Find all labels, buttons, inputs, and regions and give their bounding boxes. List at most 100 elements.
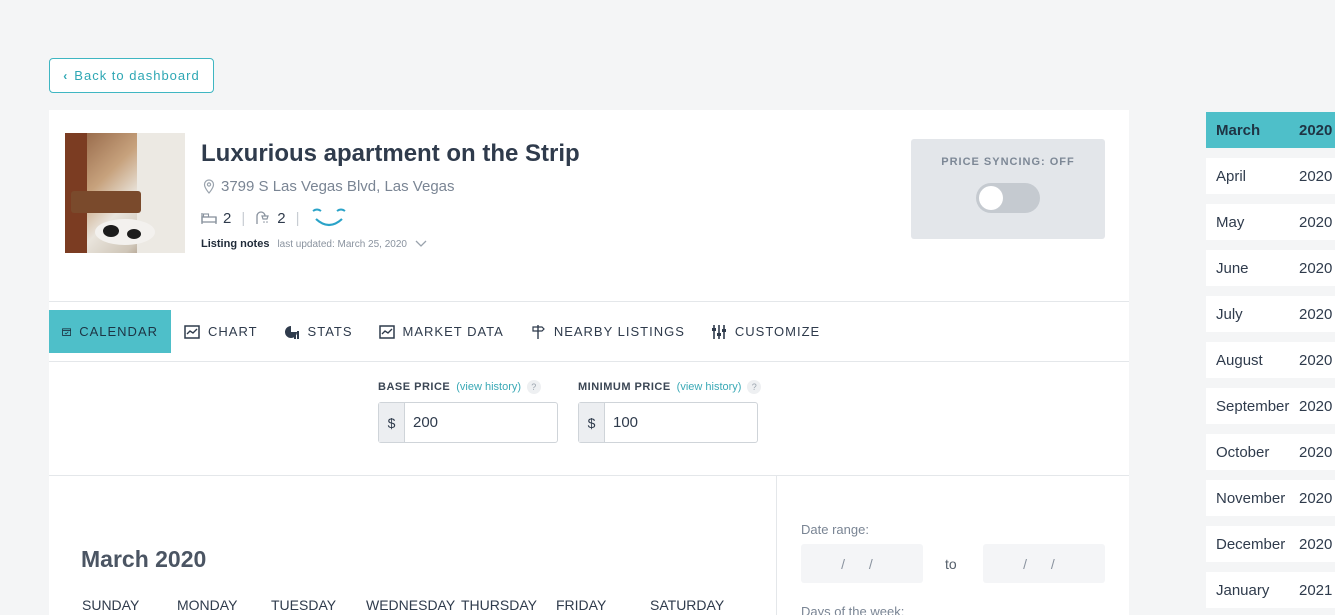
- base-price-label: BASE PRICE: [378, 381, 451, 393]
- tab-stats[interactable]: STATS: [271, 310, 366, 353]
- weekday-label: SUNDAY: [82, 597, 140, 613]
- listing-notes-updated: last updated: March 25, 2020: [277, 238, 407, 250]
- weekday-label: TUESDAY: [271, 597, 337, 613]
- month-item-march-2020[interactable]: March 2020: [1206, 112, 1335, 148]
- divider: [49, 475, 1129, 476]
- date-range-label: Date range:: [801, 522, 869, 537]
- tab-bar: CALENDAR CHART STATS MARKET DATA NEARBY …: [49, 310, 833, 353]
- tab-label: CALENDAR: [79, 324, 158, 339]
- divider: [49, 361, 1129, 362]
- listing-notes-label: Listing notes: [201, 238, 270, 250]
- tab-nearby-listings[interactable]: NEARBY LISTINGS: [517, 310, 698, 353]
- month-year: 2020: [1299, 489, 1333, 507]
- month-item-april-2020[interactable]: April 2020: [1206, 158, 1335, 194]
- help-icon[interactable]: ?: [747, 380, 762, 394]
- currency-symbol: $: [579, 403, 605, 442]
- base-price-input[interactable]: $ 200: [378, 402, 558, 443]
- tab-label: STATS: [307, 324, 353, 339]
- amenities-row: 2 | 2 |: [201, 207, 348, 229]
- location-pin-icon: [203, 179, 215, 194]
- month-item-january-2021[interactable]: January 2021: [1206, 572, 1335, 608]
- month-year: 2020: [1299, 305, 1333, 323]
- shower-icon: [256, 211, 270, 224]
- month-year: 2020: [1299, 535, 1333, 553]
- listing-address: 3799 S Las Vegas Blvd, Las Vegas: [203, 178, 455, 195]
- month-year: 2020: [1299, 259, 1333, 277]
- month-year: 2020: [1299, 213, 1333, 231]
- weekday-label: FRIDAY: [556, 597, 607, 613]
- month-list: March 2020 April 2020 May 2020 June 2020 Jul…: [1206, 112, 1335, 615]
- month-name: November: [1216, 489, 1286, 507]
- sliders-icon: [711, 324, 726, 339]
- date-range-to-label: to: [945, 556, 957, 572]
- month-name: June: [1216, 259, 1249, 277]
- stats-icon: [284, 325, 299, 339]
- base-price-view-history-link[interactable]: (view history): [456, 381, 521, 393]
- month-name: July: [1216, 305, 1243, 323]
- tab-label: CUSTOMIZE: [734, 324, 821, 339]
- month-item-june-2020[interactable]: June 2020: [1206, 250, 1335, 286]
- address-text: 3799 S Las Vegas Blvd, Las Vegas: [221, 178, 455, 195]
- minimum-price-view-history-link[interactable]: (view history): [677, 381, 742, 393]
- weekday-label: WEDNESDAY: [366, 597, 456, 613]
- month-year: 2020: [1299, 121, 1333, 139]
- vertical-divider: [776, 476, 777, 615]
- month-item-august-2020[interactable]: August 2020: [1206, 342, 1335, 378]
- tab-chart[interactable]: CHART: [171, 310, 271, 353]
- month-year: 2020: [1299, 167, 1333, 185]
- bed-icon: [201, 213, 217, 224]
- listing-notes-toggle[interactable]: Listing notes last updated: March 25, 20…: [201, 238, 427, 250]
- month-name: October: [1216, 443, 1270, 461]
- month-name: January: [1216, 581, 1270, 599]
- calendar-month-title: March 2020: [81, 546, 207, 572]
- weekday-label: THURSDAY: [461, 597, 537, 613]
- weekday-label: SATURDAY: [650, 597, 725, 613]
- chevron-down-icon: [415, 240, 427, 247]
- tab-customize[interactable]: CUSTOMIZE: [698, 310, 833, 353]
- month-item-november-2020[interactable]: November 2020: [1206, 480, 1335, 516]
- month-name: May: [1216, 213, 1245, 231]
- month-year: 2020: [1299, 397, 1333, 415]
- base-price-value: 200: [413, 414, 439, 431]
- month-year: 2020: [1299, 443, 1333, 461]
- chart-icon: [184, 324, 200, 339]
- tab-market-data[interactable]: MARKET DATA: [366, 310, 517, 353]
- tab-label: MARKET DATA: [402, 324, 504, 339]
- back-label: Back to dashboard: [74, 68, 200, 83]
- minimum-price-input[interactable]: $ 100: [578, 402, 758, 443]
- toggle-knob: [979, 186, 1003, 210]
- bedrooms-count: 2: [223, 209, 232, 227]
- date-range-end-input[interactable]: / /: [983, 544, 1105, 583]
- month-item-may-2020[interactable]: May 2020: [1206, 204, 1335, 240]
- bathrooms-count: 2: [277, 209, 286, 227]
- minimum-price-value: 100: [613, 414, 639, 431]
- minimum-price-label: MINIMUM PRICE: [578, 381, 671, 393]
- market-data-icon: [378, 324, 395, 339]
- month-name: April: [1216, 167, 1247, 185]
- month-year: 2020: [1299, 351, 1333, 369]
- smile-logo-icon: [311, 208, 346, 227]
- month-item-july-2020[interactable]: July 2020: [1206, 296, 1335, 332]
- price-syncing-toggle[interactable]: [976, 183, 1040, 213]
- price-syncing-label: PRICE SYNCING: OFF: [941, 156, 1075, 168]
- month-item-december-2020[interactable]: December 2020: [1206, 526, 1335, 562]
- signpost-icon: [532, 324, 545, 339]
- price-syncing-panel: PRICE SYNCING: OFF: [911, 139, 1105, 239]
- date-range-start-input[interactable]: / /: [801, 544, 923, 583]
- days-of-week-label: Days of the week:: [801, 604, 905, 615]
- month-name: December: [1216, 535, 1286, 553]
- minimum-price-field: MINIMUM PRICE (view history) ? $ 100: [578, 380, 762, 443]
- month-item-october-2020[interactable]: October 2020: [1206, 434, 1335, 470]
- divider: [49, 301, 1129, 302]
- listing-title: Luxurious apartment on the Strip: [201, 140, 580, 167]
- month-item-september-2020[interactable]: September 2020: [1206, 388, 1335, 424]
- tab-label: NEARBY LISTINGS: [553, 324, 685, 339]
- tab-label: CHART: [208, 324, 258, 339]
- help-icon[interactable]: ?: [527, 380, 542, 394]
- month-name: March: [1216, 121, 1261, 139]
- calendar-icon: [62, 327, 72, 336]
- back-to-dashboard-button[interactable]: ‹ Back to dashboard: [49, 58, 214, 93]
- month-name: August: [1216, 351, 1263, 369]
- chevron-left-icon: ‹: [63, 68, 69, 83]
- tab-calendar[interactable]: CALENDAR: [49, 310, 171, 353]
